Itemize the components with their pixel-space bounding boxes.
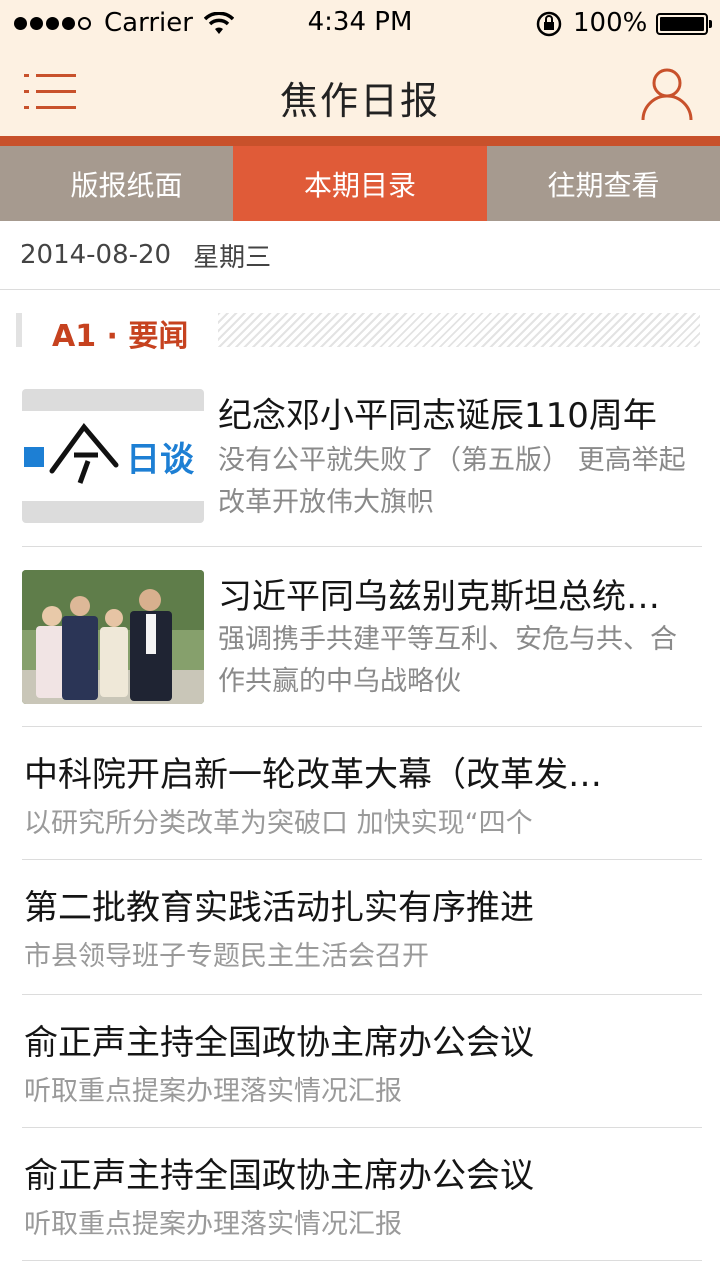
- article-summary: 以研究所分类改革为突破口 加快实现“四个: [24, 808, 533, 839]
- battery-icon: [656, 13, 712, 35]
- nav-divider: [0, 136, 720, 146]
- nav-bar: 焦作日报: [0, 48, 720, 136]
- article-headline: 俞正声主持全国政协主席办公会议: [24, 1023, 534, 1063]
- article-item[interactable]: 俞正声主持全国政协主席办公会议 听取重点提案办理落实情况汇报: [22, 995, 702, 1128]
- article-item[interactable]: 中科院开启新一轮改革大幕（改革发… 以研究所分类改革为突破口 加快实现“四个: [22, 727, 702, 860]
- article-summary: 市县领导班子专题民主生活会召开: [24, 941, 429, 972]
- battery-percent: 100%: [573, 8, 648, 38]
- commentary-logo-image: 日谈: [22, 389, 204, 523]
- article-summary: 听取重点提案办理落实情况汇报: [24, 1209, 402, 1240]
- article-headline: 第二批教育实践活动扎实有序推进: [24, 888, 534, 928]
- article-summary: 强调携手共建平等互利、安危与共、合作共赢的中乌战略伙: [218, 624, 677, 697]
- tab-current-contents[interactable]: 本期目录: [233, 146, 487, 221]
- article-headline: 纪念邓小平同志诞辰110周年: [218, 396, 657, 436]
- tab-past-issues[interactable]: 往期查看: [487, 146, 720, 221]
- section-marker: [16, 313, 22, 347]
- article-summary: 没有公平就失败了（第五版） 更高举起改革开放伟大旗帜: [218, 445, 686, 518]
- issue-date-row: 2014-08-20 星期三: [0, 221, 720, 290]
- article-headline: 俞正声主持全国政协主席办公会议: [24, 1156, 534, 1196]
- section-header: A1 · 要闻: [16, 311, 700, 354]
- news-photo-image: [22, 570, 204, 704]
- rotation-lock-icon: [536, 11, 562, 37]
- article-headline: 中科院开启新一轮改革大幕（改革发…: [24, 755, 602, 795]
- article-item[interactable]: 第二批教育实践活动扎实有序推进 市县领导班子专题民主生活会召开: [22, 860, 702, 995]
- status-bar: Carrier 4:34 PM 100%: [0, 0, 720, 48]
- article-headline: 习近平同乌兹别克斯坦总统…: [218, 577, 660, 617]
- section-decoration: [218, 313, 700, 347]
- svg-text:日谈: 日谈: [126, 440, 195, 480]
- article-item[interactable]: 俞正声主持全国政协主席办公会议 听取重点提案办理落实情况汇报: [22, 1128, 702, 1261]
- tab-bar: 版报纸面 本期目录 往期查看: [0, 146, 720, 221]
- issue-weekday: 星期三: [193, 242, 272, 273]
- article-summary: 听取重点提案办理落实情况汇报: [24, 1076, 402, 1107]
- article-thumbnail: 日谈: [22, 389, 204, 523]
- user-icon[interactable]: [640, 66, 694, 122]
- issue-date: 2014-08-20: [20, 240, 172, 270]
- article-thumbnail: [22, 570, 204, 704]
- article-item[interactable]: 习近平同乌兹别克斯坦总统… 强调携手共建平等互利、安危与共、合作共赢的中乌战略伙: [22, 547, 702, 727]
- tab-newspaper-pages[interactable]: 版报纸面: [0, 146, 233, 221]
- article-item[interactable]: 日谈 纪念邓小平同志诞辰110周年 没有公平就失败了（第五版） 更高举起改革开放…: [22, 368, 702, 547]
- section-label: A1 · 要闻: [52, 319, 189, 354]
- app-title: 焦作日报: [279, 79, 440, 123]
